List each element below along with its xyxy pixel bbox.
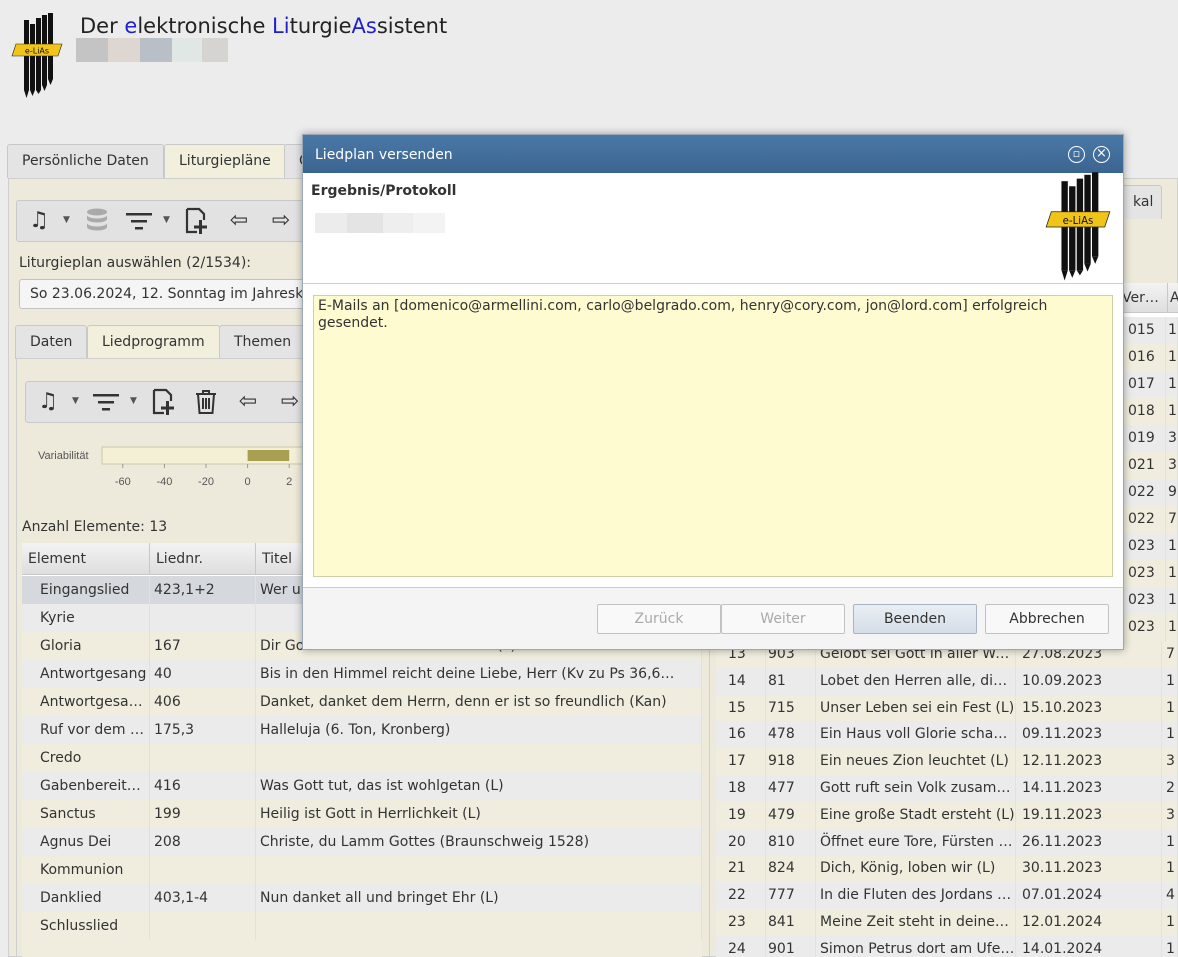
back-button[interactable]: Zurück <box>597 604 721 634</box>
dialog-footer: Zurück Weiter Beenden Abbrechen <box>303 587 1123 649</box>
dialog-logo-text: e-LiAs <box>1063 216 1094 227</box>
placeholder-bar <box>315 213 445 233</box>
dialog-subtitle: Ergebnis/Protokoll <box>311 183 457 199</box>
close-icon[interactable]: × <box>1093 146 1110 163</box>
dialog-title: Liedplan versenden <box>315 147 453 163</box>
cancel-button[interactable]: Abbrechen <box>985 604 1109 634</box>
divider <box>303 283 1123 284</box>
maximize-icon[interactable]: ▫ <box>1068 146 1085 163</box>
finish-button[interactable]: Beenden <box>853 604 977 634</box>
protocol-textarea[interactable]: E-Mails an [domenico@armellini.com, carl… <box>313 295 1113 577</box>
dialog-header: Liedplan versenden ▫ × <box>303 135 1123 173</box>
dialog-logo-icon: e-LiAs <box>1045 172 1111 281</box>
send-plan-dialog: Liedplan versenden ▫ × Ergebnis/Protokol… <box>302 134 1124 650</box>
next-button[interactable]: Weiter <box>721 604 845 634</box>
